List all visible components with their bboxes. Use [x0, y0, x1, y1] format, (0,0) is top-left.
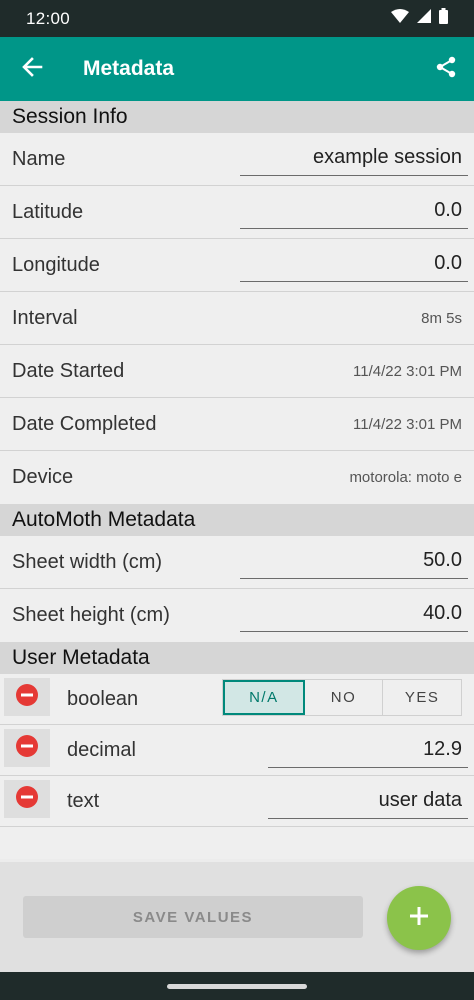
status-bar: 12:00: [0, 0, 474, 37]
remove-decimal-button[interactable]: [4, 729, 50, 767]
metadata-form: Session Info Name example session Latitu…: [0, 101, 474, 859]
toggle-no[interactable]: NO: [305, 680, 384, 715]
remove-icon: [15, 734, 39, 763]
row-user-boolean: boolean N/A NO YES: [0, 674, 474, 725]
text-label: text: [67, 789, 100, 812]
wifi-icon: [391, 9, 409, 28]
app-bar: Metadata: [0, 37, 474, 101]
plus-icon: [408, 905, 430, 932]
remove-boolean-button[interactable]: [4, 678, 50, 716]
row-sheet-height: Sheet height (cm) 40.0: [0, 589, 474, 642]
status-time: 12:00: [26, 8, 71, 28]
row-interval: Interval 8m 5s: [0, 292, 474, 345]
add-field-button[interactable]: [387, 886, 451, 950]
share-button[interactable]: [418, 37, 474, 101]
row-sheet-width: Sheet width (cm) 50.0: [0, 536, 474, 589]
cell-signal-icon: [417, 9, 431, 28]
date-completed-value: 11/4/22 3:01 PM: [353, 415, 462, 433]
row-device: Device motorola: moto e: [0, 451, 474, 504]
page-title: Metadata: [83, 57, 175, 80]
device-value: motorola: moto e: [349, 469, 462, 486]
row-user-decimal: decimal 12.9: [0, 725, 474, 776]
interval-label: Interval: [12, 306, 78, 329]
row-date-completed: Date Completed 11/4/22 3:01 PM: [0, 398, 474, 451]
section-header-automoth: AutoMoth Metadata: [0, 504, 474, 536]
longitude-input[interactable]: 0.0: [240, 246, 468, 282]
interval-value: 8m 5s: [421, 309, 462, 327]
arrow-back-icon: [21, 56, 43, 83]
date-started-value: 11/4/22 3:01 PM: [353, 362, 462, 380]
row-name: Name example session: [0, 133, 474, 186]
sheet-height-input[interactable]: 40.0: [240, 596, 468, 632]
remove-icon: [15, 683, 39, 712]
share-icon: [434, 55, 458, 84]
toggle-na[interactable]: N/A: [223, 680, 305, 715]
remove-text-button[interactable]: [4, 780, 50, 818]
bottom-action-bar: SAVE VALUES: [0, 862, 474, 972]
latitude-input[interactable]: 0.0: [240, 193, 468, 229]
back-button[interactable]: [0, 37, 64, 101]
system-navigation-bar: [0, 972, 474, 1000]
section-header-session-info: Session Info: [0, 101, 474, 133]
row-user-text: text user data: [0, 776, 474, 827]
home-handle[interactable]: [167, 984, 307, 989]
decimal-label: decimal: [67, 738, 136, 761]
name-input[interactable]: example session: [240, 140, 468, 176]
sheet-width-input[interactable]: 50.0: [240, 543, 468, 579]
boolean-toggle-group: N/A NO YES: [222, 679, 462, 716]
status-icons: [391, 8, 448, 29]
row-latitude: Latitude 0.0: [0, 186, 474, 239]
toggle-yes[interactable]: YES: [383, 680, 461, 715]
list-spacer: [0, 827, 474, 859]
section-header-user-metadata: User Metadata: [0, 642, 474, 674]
text-input[interactable]: user data: [268, 783, 468, 819]
battery-icon: [439, 8, 448, 29]
row-longitude: Longitude 0.0: [0, 239, 474, 292]
save-values-button[interactable]: SAVE VALUES: [23, 896, 363, 938]
decimal-input[interactable]: 12.9: [268, 732, 468, 768]
row-date-started: Date Started 11/4/22 3:01 PM: [0, 345, 474, 398]
boolean-label: boolean: [67, 687, 139, 710]
remove-icon: [15, 785, 39, 814]
